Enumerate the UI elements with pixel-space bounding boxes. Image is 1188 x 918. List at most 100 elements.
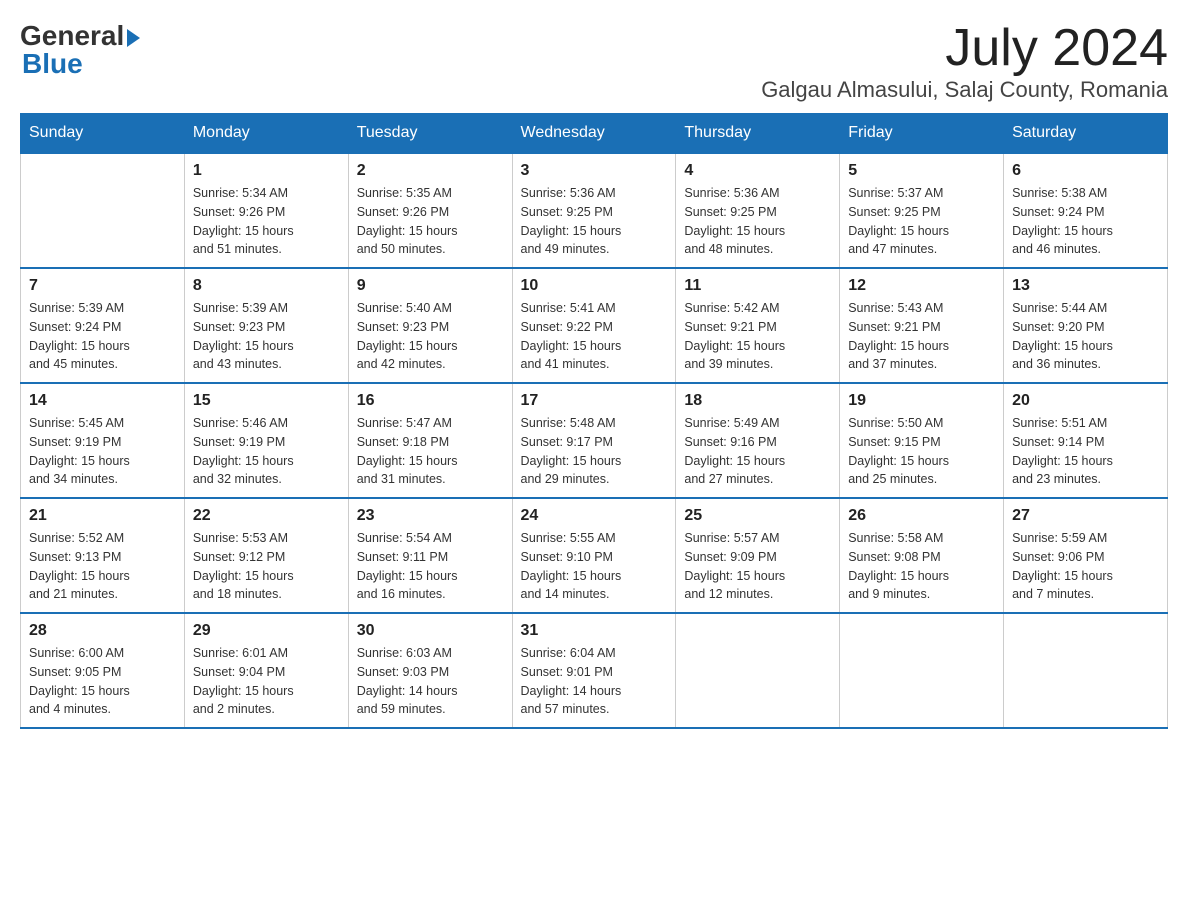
day-cell-3: 3Sunrise: 5:36 AM Sunset: 9:25 PM Daylig… [512,153,676,268]
day-cell-13: 13 Sunrise: 5:44 AM Sunset: 9:20 PM Dayli… [1004,268,1168,383]
day-cell-6: 6 Sunrise: 5:38 AM Sunset: 9:24 PM Daylig… [1004,153,1168,268]
day-number-9: 9 [357,277,504,295]
day-cell-1: 1Sunrise: 5:34 AM Sunset: 9:26 PM Daylig… [184,153,348,268]
day-cell-18: 18 Sunrise: 5:49 AM Sunset: 9:16 PM Dayli… [676,383,840,498]
header-thursday: Thursday [676,114,840,154]
week-row-3: 14Sunrise: 5:45 AM Sunset: 9:19 PM Dayli… [21,383,1168,498]
logo: General Blue [20,20,140,80]
day-cell-2: 2Sunrise: 5:35 AM Sunset: 9:26 PM Daylig… [348,153,512,268]
day-number-13: 13 [1012,277,1159,295]
day-number-17: 17 [521,392,668,410]
day-number-23: 23 [357,507,504,525]
day-number-12: 12 [848,277,995,295]
day-number-18: 18 [684,392,831,410]
location-title: Galgau Almasului, Salaj County, Romania [761,77,1168,103]
day-info-9: Sunrise: 5:40 AM Sunset: 9:23 PM Dayligh… [357,299,504,374]
day-number-10: 10 [521,277,668,295]
header-tuesday: Tuesday [348,114,512,154]
day-info-16: Sunrise: 5:47 AM Sunset: 9:18 PM Dayligh… [357,414,504,489]
day-cell-22: 22 Sunrise: 5:53 AM Sunset: 9:12 PM Dayli… [184,498,348,613]
day-number-16: 16 [357,392,504,410]
day-info-29: Sunrise: 6:01 AM Sunset: 9:04 PM Dayligh… [193,644,340,719]
day-info-26: Sunrise: 5:58 AM Sunset: 9:08 PM Dayligh… [848,529,995,604]
empty-cell [676,613,840,728]
day-number-14: 14 [29,392,176,410]
day-info-31: Sunrise: 6:04 AM Sunset: 9:01 PM Dayligh… [521,644,668,719]
day-cell-20: 20 Sunrise: 5:51 AM Sunset: 9:14 PM Dayli… [1004,383,1168,498]
day-cell-17: 17Sunrise: 5:48 AM Sunset: 9:17 PM Dayli… [512,383,676,498]
day-info-11: Sunrise: 5:42 AM Sunset: 9:21 PM Dayligh… [684,299,831,374]
day-number-15: 15 [193,392,340,410]
day-cell-21: 21Sunrise: 5:52 AM Sunset: 9:13 PM Dayli… [21,498,185,613]
day-cell-14: 14Sunrise: 5:45 AM Sunset: 9:19 PM Dayli… [21,383,185,498]
day-info-23: Sunrise: 5:54 AM Sunset: 9:11 PM Dayligh… [357,529,504,604]
week-row-1: 1Sunrise: 5:34 AM Sunset: 9:26 PM Daylig… [21,153,1168,268]
day-info-19: Sunrise: 5:50 AM Sunset: 9:15 PM Dayligh… [848,414,995,489]
day-number-6: 6 [1012,162,1159,180]
day-cell-24: 24Sunrise: 5:55 AM Sunset: 9:10 PM Dayli… [512,498,676,613]
logo-triangle-icon [127,29,140,47]
day-number-22: 22 [193,507,340,525]
day-info-13: Sunrise: 5:44 AM Sunset: 9:20 PM Dayligh… [1012,299,1159,374]
day-number-25: 25 [684,507,831,525]
day-info-6: Sunrise: 5:38 AM Sunset: 9:24 PM Dayligh… [1012,184,1159,259]
day-cell-31: 31Sunrise: 6:04 AM Sunset: 9:01 PM Dayli… [512,613,676,728]
week-row-4: 21Sunrise: 5:52 AM Sunset: 9:13 PM Dayli… [21,498,1168,613]
day-number-11: 11 [684,277,831,295]
day-number-3: 3 [521,162,668,180]
empty-cell [1004,613,1168,728]
day-number-29: 29 [193,622,340,640]
day-cell-5: 5 Sunrise: 5:37 AM Sunset: 9:25 PM Daylig… [840,153,1004,268]
day-number-28: 28 [29,622,176,640]
day-info-8: Sunrise: 5:39 AM Sunset: 9:23 PM Dayligh… [193,299,340,374]
day-info-22: Sunrise: 5:53 AM Sunset: 9:12 PM Dayligh… [193,529,340,604]
day-cell-15: 15 Sunrise: 5:46 AM Sunset: 9:19 PM Dayli… [184,383,348,498]
day-cell-9: 9 Sunrise: 5:40 AM Sunset: 9:23 PM Daylig… [348,268,512,383]
day-number-19: 19 [848,392,995,410]
day-number-24: 24 [521,507,668,525]
header-sunday: Sunday [21,114,185,154]
day-info-7: Sunrise: 5:39 AM Sunset: 9:24 PM Dayligh… [29,299,176,374]
day-info-15: Sunrise: 5:46 AM Sunset: 9:19 PM Dayligh… [193,414,340,489]
day-info-5: Sunrise: 5:37 AM Sunset: 9:25 PM Dayligh… [848,184,995,259]
day-info-27: Sunrise: 5:59 AM Sunset: 9:06 PM Dayligh… [1012,529,1159,604]
day-cell-11: 11 Sunrise: 5:42 AM Sunset: 9:21 PM Dayli… [676,268,840,383]
day-number-4: 4 [684,162,831,180]
day-cell-7: 7 Sunrise: 5:39 AM Sunset: 9:24 PM Daylig… [21,268,185,383]
calendar-table: SundayMondayTuesdayWednesdayThursdayFrid… [20,113,1168,729]
day-info-20: Sunrise: 5:51 AM Sunset: 9:14 PM Dayligh… [1012,414,1159,489]
day-cell-16: 16 Sunrise: 5:47 AM Sunset: 9:18 PM Dayli… [348,383,512,498]
day-number-7: 7 [29,277,176,295]
day-number-2: 2 [357,162,504,180]
day-cell-28: 28Sunrise: 6:00 AM Sunset: 9:05 PM Dayli… [21,613,185,728]
day-cell-23: 23 Sunrise: 5:54 AM Sunset: 9:11 PM Dayli… [348,498,512,613]
calendar-header-row: SundayMondayTuesdayWednesdayThursdayFrid… [21,114,1168,154]
header-friday: Friday [840,114,1004,154]
day-info-18: Sunrise: 5:49 AM Sunset: 9:16 PM Dayligh… [684,414,831,489]
day-cell-25: 25Sunrise: 5:57 AM Sunset: 9:09 PM Dayli… [676,498,840,613]
title-area: July 2024 Galgau Almasului, Salaj County… [761,20,1168,103]
day-number-26: 26 [848,507,995,525]
day-cell-27: 27 Sunrise: 5:59 AM Sunset: 9:06 PM Dayli… [1004,498,1168,613]
day-cell-29: 29 Sunrise: 6:01 AM Sunset: 9:04 PM Dayli… [184,613,348,728]
day-info-12: Sunrise: 5:43 AM Sunset: 9:21 PM Dayligh… [848,299,995,374]
day-info-10: Sunrise: 5:41 AM Sunset: 9:22 PM Dayligh… [521,299,668,374]
day-cell-12: 12 Sunrise: 5:43 AM Sunset: 9:21 PM Dayli… [840,268,1004,383]
day-number-21: 21 [29,507,176,525]
page-header: General Blue July 2024 Galgau Almasului,… [20,20,1168,103]
day-number-27: 27 [1012,507,1159,525]
week-row-5: 28Sunrise: 6:00 AM Sunset: 9:05 PM Dayli… [21,613,1168,728]
header-monday: Monday [184,114,348,154]
day-number-20: 20 [1012,392,1159,410]
month-year-title: July 2024 [761,20,1168,77]
day-cell-30: 30Sunrise: 6:03 AM Sunset: 9:03 PM Dayli… [348,613,512,728]
empty-cell [21,153,185,268]
day-number-8: 8 [193,277,340,295]
day-info-4: Sunrise: 5:36 AM Sunset: 9:25 PM Dayligh… [684,184,831,259]
day-info-30: Sunrise: 6:03 AM Sunset: 9:03 PM Dayligh… [357,644,504,719]
header-saturday: Saturday [1004,114,1168,154]
logo-blue-text: Blue [20,48,83,80]
day-number-5: 5 [848,162,995,180]
day-info-1: Sunrise: 5:34 AM Sunset: 9:26 PM Dayligh… [193,184,340,259]
week-row-2: 7 Sunrise: 5:39 AM Sunset: 9:24 PM Daylig… [21,268,1168,383]
